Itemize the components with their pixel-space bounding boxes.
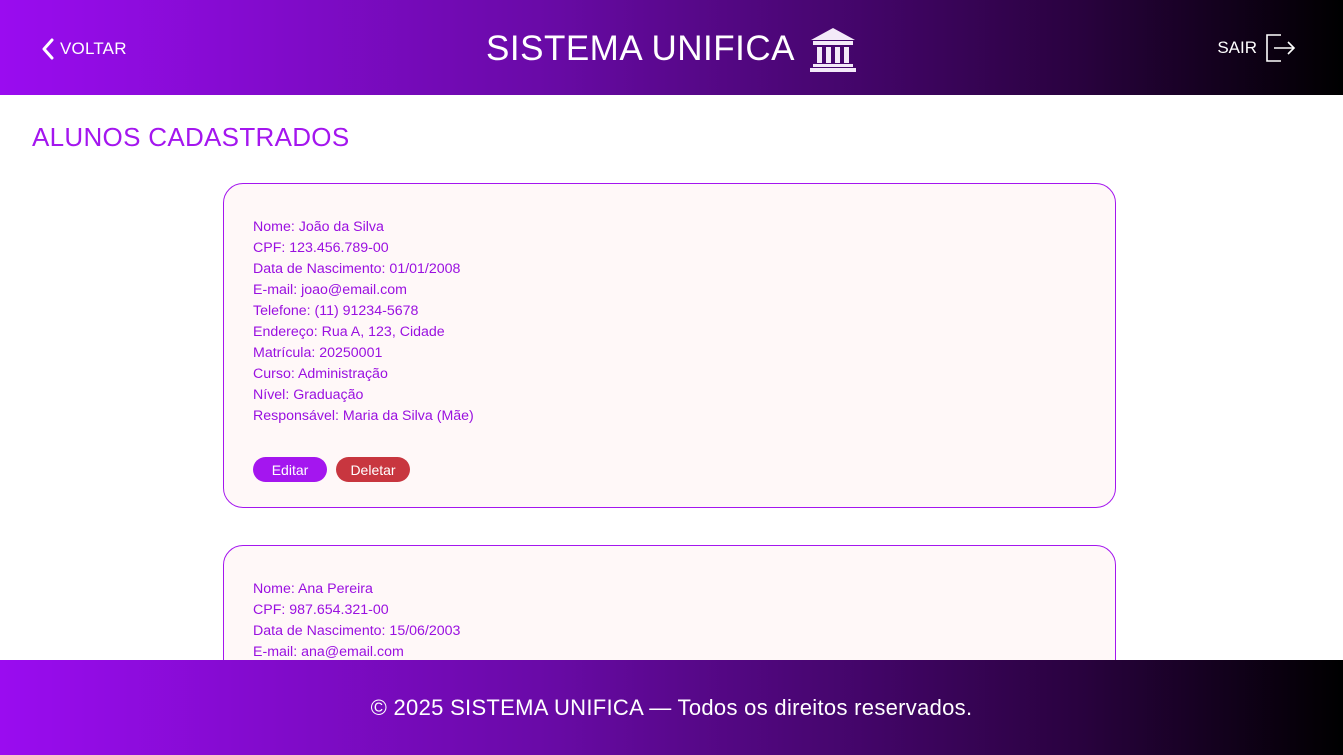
- logout-label: SAIR: [1217, 38, 1257, 57]
- student-guardian: Responsável: Maria da Silva (Mãe): [253, 408, 474, 424]
- student-birthdate: Data de Nascimento: 15/06/2003: [253, 623, 461, 639]
- app-title-text: SISTEMA UNIFICA: [486, 29, 795, 68]
- student-name: Nome: Ana Pereira: [253, 581, 373, 597]
- student-address: Endereço: Rua A, 123, Cidade: [253, 324, 445, 340]
- edit-button[interactable]: Editar: [253, 457, 327, 482]
- student-cpf: CPF: 123.456.789-00: [253, 240, 389, 256]
- student-card: Nome: João da Silva CPF: 123.456.789-00 …: [223, 183, 1116, 508]
- app-header: VOLTAR SISTEMA UNIFICA SAIR: [0, 0, 1343, 95]
- student-cpf: CPF: 987.654.321-00: [253, 602, 389, 618]
- student-level: Nível: Graduação: [253, 387, 364, 403]
- page-title: ALUNOS CADASTRADOS: [32, 122, 350, 152]
- delete-button[interactable]: Deletar: [336, 457, 410, 482]
- footer-copyright: © 2025 SISTEMA UNIFICA — Todos os direit…: [370, 694, 973, 720]
- student-name: Nome: João da Silva: [253, 219, 384, 235]
- card-actions: Editar Deletar: [253, 457, 1086, 482]
- student-enrollment: Matrícula: 20250001: [253, 345, 383, 361]
- logout-icon: [1266, 34, 1296, 62]
- student-email: E-mail: joao@email.com: [253, 282, 407, 298]
- app-footer: © 2025 SISTEMA UNIFICA — Todos os direit…: [0, 660, 1343, 755]
- student-course: Curso: Administração: [253, 366, 388, 382]
- logout-button[interactable]: SAIR: [1217, 31, 1297, 65]
- student-birthdate: Data de Nascimento: 01/01/2008: [253, 261, 461, 277]
- app-title: SISTEMA UNIFICA: [0, 24, 1343, 74]
- bank-building-icon: [809, 28, 856, 72]
- student-phone: Telefone: (11) 91234-5678: [253, 303, 419, 319]
